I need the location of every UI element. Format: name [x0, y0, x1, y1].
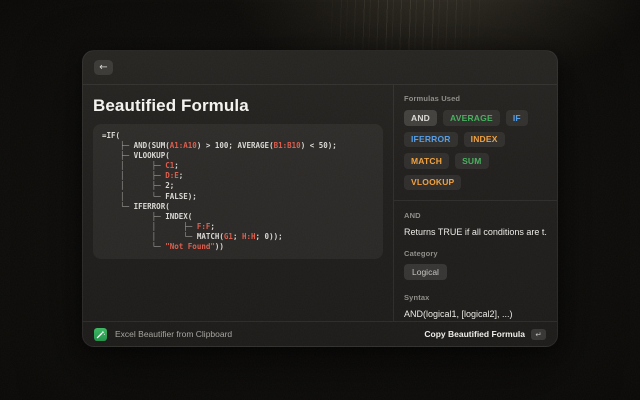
formula-tag-match[interactable]: MATCH: [404, 153, 449, 169]
formula-line: └─ "Not Found")): [102, 242, 374, 252]
formula-tag-index[interactable]: INDEX: [464, 132, 505, 148]
syntax-label: Syntax: [404, 293, 547, 302]
formula-line: ├─ AND(SUM(A1:A10) > 100; AVERAGE(B1:B10…: [102, 141, 374, 151]
formula-tag-if[interactable]: IF: [506, 110, 528, 126]
back-button[interactable]: ←: [94, 60, 113, 75]
window-main: Beautified Formula =IF( ├─ AND(SUM(A1:A1…: [83, 85, 557, 321]
window-footer: Excel Beautifier from Clipboard Copy Bea…: [83, 321, 557, 346]
category-badge: Logical: [404, 264, 447, 280]
formula-line: │ ├─ D:E;: [102, 171, 374, 181]
formula-line: │ ├─ F:F;: [102, 222, 374, 232]
formula-line: │ └─ MATCH(G1; H:H; 0));: [102, 232, 374, 242]
formula-line: └─ IFERROR(: [102, 202, 374, 212]
back-arrow-icon: ←: [99, 63, 107, 73]
function-description: Returns TRUE if all conditions are t...: [404, 227, 547, 237]
footer-app-info: Excel Beautifier from Clipboard: [94, 328, 232, 341]
formula-tags: AND AVERAGE IF IFERROR INDEX MATCH SUM VLOOKUP: [404, 110, 547, 190]
function-name-label: AND: [404, 211, 547, 220]
formula-tag-sum[interactable]: SUM: [455, 153, 489, 169]
formula-tag-vlookup[interactable]: VLOOKUP: [404, 175, 461, 191]
formulas-used-label: Formulas Used: [404, 94, 547, 103]
formula-line: ├─ INDEX(: [102, 212, 374, 222]
formula-tag-average[interactable]: AVERAGE: [443, 110, 500, 126]
excel-beautifier-icon: [94, 328, 107, 341]
extension-window: ← Beautified Formula =IF( ├─ AND(SUM(A1:…: [82, 50, 558, 347]
formula-tag-and[interactable]: AND: [404, 110, 437, 126]
formula-code-block: =IF( ├─ AND(SUM(A1:A10) > 100; AVERAGE(B…: [93, 124, 383, 259]
enter-key-icon: ↵: [531, 329, 546, 340]
app-name: Excel Beautifier from Clipboard: [115, 329, 232, 339]
formula-line: │ └─ FALSE);: [102, 192, 374, 202]
copy-formula-action[interactable]: Copy Beautified Formula ↵: [424, 329, 546, 340]
formula-line: ├─ VLOOKUP(: [102, 151, 374, 161]
primary-action-label: Copy Beautified Formula: [424, 329, 525, 339]
formula-tag-iferror[interactable]: IFERROR: [404, 132, 458, 148]
formula-panel: Beautified Formula =IF( ├─ AND(SUM(A1:A1…: [83, 85, 393, 321]
formula-line: │ ├─ C1;: [102, 161, 374, 171]
metadata-panel: Formulas Used AND AVERAGE IF IFERROR INDEX MA…: [393, 85, 557, 321]
category-label: Category: [404, 249, 547, 258]
page-title: Beautified Formula: [93, 96, 383, 116]
window-header: ←: [83, 51, 557, 85]
formula-line: │ ├─ 2;: [102, 181, 374, 191]
syntax-value: AND(logical1, [logical2], ...): [404, 309, 547, 319]
formula-line: =IF(: [102, 131, 374, 141]
panel-divider: [394, 200, 557, 201]
